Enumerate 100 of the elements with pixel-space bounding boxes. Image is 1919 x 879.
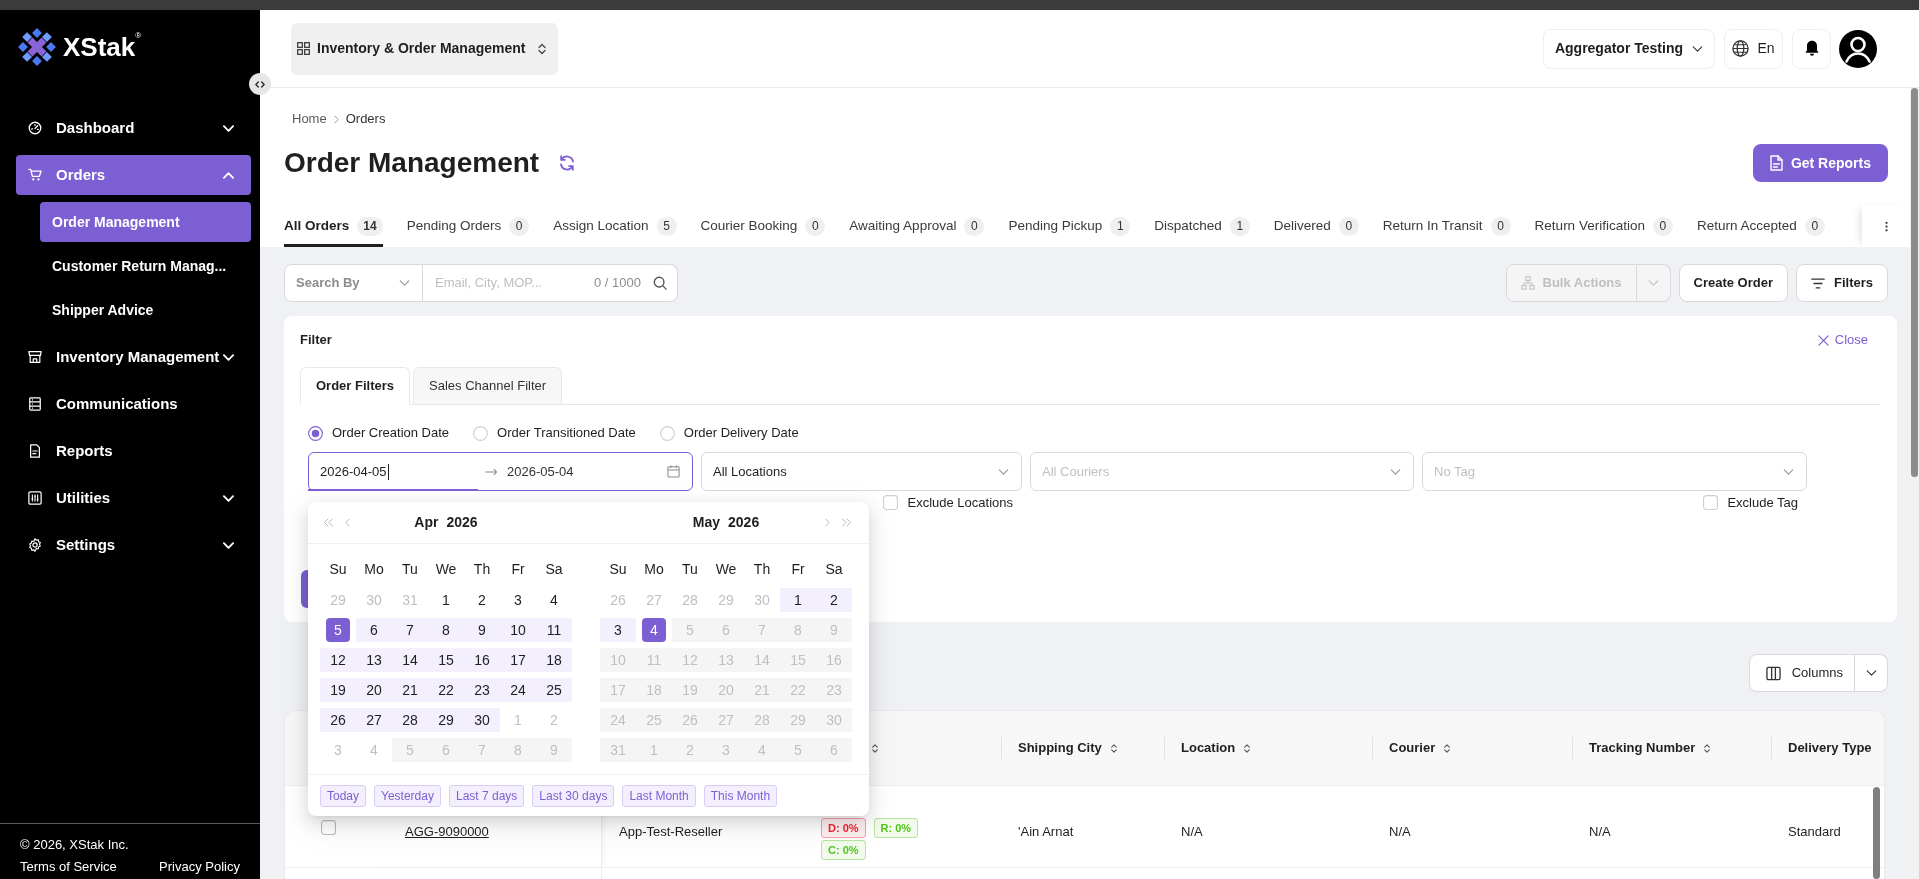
calendar-day[interactable]: 11 <box>536 618 572 642</box>
status-tab[interactable]: Return Verification 0 <box>1534 205 1673 247</box>
sidebar-item[interactable]: Utilities <box>16 478 251 518</box>
calendar-day[interactable]: 14 <box>392 648 428 672</box>
checkbox-option[interactable]: Exclude Tag <box>1703 495 1798 510</box>
chevron-down-icon[interactable] <box>223 124 234 132</box>
calendar-day[interactable]: 6 <box>356 618 392 642</box>
search-field[interactable]: Email, City, MOP... 0 / 1000 <box>423 264 678 302</box>
refresh-icon[interactable] <box>558 154 577 172</box>
column-header[interactable]: Delivery Type <box>1788 738 1872 758</box>
calendar-day[interactable]: 5 <box>326 618 350 642</box>
calendar-day[interactable]: 21 <box>392 678 428 702</box>
sidebar-item[interactable]: Orders <box>16 155 251 195</box>
calendar-day[interactable]: 3 <box>506 588 530 612</box>
status-tab[interactable]: Dispatched 1 <box>1154 205 1250 247</box>
preset-button[interactable]: Last 7 days <box>448 785 525 807</box>
status-tab[interactable]: Return Accepted 0 <box>1696 205 1825 247</box>
calendar-day[interactable]: 4 <box>542 588 566 612</box>
calendar-day[interactable]: 27 <box>356 708 392 732</box>
sort-icon[interactable] <box>871 742 879 754</box>
sidebar-subitem[interactable]: Order Management <box>40 202 251 242</box>
status-tab[interactable]: Pending Orders 0 <box>406 205 530 247</box>
get-reports-button[interactable]: Get Reports <box>1752 144 1888 182</box>
preset-button[interactable]: Today <box>320 785 367 807</box>
calendar-day[interactable]: 13 <box>356 648 392 672</box>
calendar-day[interactable]: 12 <box>320 648 356 672</box>
status-tab[interactable]: Assign Location 5 <box>553 205 677 247</box>
calendar-day[interactable]: 24 <box>500 678 536 702</box>
year-button[interactable]: 2026 <box>728 512 760 533</box>
year-button[interactable]: 2026 <box>446 512 478 533</box>
column-header[interactable]: Location <box>1181 738 1252 758</box>
status-tab[interactable]: Return In Transit 0 <box>1382 205 1511 247</box>
status-tab[interactable]: Awaiting Approval 0 <box>849 205 985 247</box>
calendar-day[interactable]: 18 <box>536 648 572 672</box>
radio-option[interactable]: Order Creation Date <box>308 423 450 443</box>
status-tab[interactable]: Pending Pickup 1 <box>1008 205 1131 247</box>
sidebar-subitem[interactable]: Customer Return Manag... <box>40 246 251 286</box>
close-button[interactable]: Close <box>1817 330 1868 350</box>
status-tab[interactable]: Courier Booking 0 <box>700 205 826 247</box>
breadcrumb-link[interactable]: Home <box>292 109 327 129</box>
calendar-day[interactable]: 26 <box>320 708 356 732</box>
calendar-day[interactable]: 17 <box>500 648 536 672</box>
footer-link[interactable]: Privacy Policy <box>159 858 240 875</box>
sidebar-item[interactable]: Reports <box>16 431 251 471</box>
calendar-day[interactable]: 2 <box>816 588 852 612</box>
preset-button[interactable]: Yesterday <box>374 785 441 807</box>
create-order-button[interactable]: Create Order <box>1678 264 1788 302</box>
calendar-day[interactable]: 29 <box>428 708 464 732</box>
preset-button[interactable]: Last 30 days <box>532 785 615 807</box>
calendar-day[interactable]: 20 <box>356 678 392 702</box>
column-header[interactable]: Courier <box>1389 738 1452 758</box>
chevron-down-icon[interactable] <box>223 353 234 361</box>
filters-button[interactable]: Filters <box>1796 264 1888 302</box>
scrollbar-thumb[interactable] <box>1873 787 1880 879</box>
calendar-day[interactable]: 8 <box>428 618 464 642</box>
sidebar-item[interactable]: Dashboard <box>16 108 251 148</box>
calendar-day[interactable]: 22 <box>428 678 464 702</box>
app-switcher[interactable]: Inventory & Order Management <box>291 22 558 75</box>
sidebar-item[interactable]: Inventory Management <box>16 337 251 377</box>
calendar-day[interactable]: 25 <box>536 678 572 702</box>
calendar-day[interactable]: 28 <box>392 708 428 732</box>
month-button[interactable]: Apr <box>414 512 439 533</box>
calendar-day[interactable]: 4 <box>642 618 666 642</box>
columns-button[interactable]: Columns <box>1748 654 1855 692</box>
preset-button[interactable]: This Month <box>703 785 778 807</box>
calendar-day[interactable]: 1 <box>434 588 458 612</box>
checkbox-option[interactable]: Exclude Locations <box>883 495 1013 510</box>
radio-option[interactable]: Order Transitioned Date <box>473 423 636 443</box>
sidebar-item[interactable]: Settings <box>16 525 251 565</box>
radio-option[interactable]: Order Delivery Date <box>659 423 799 443</box>
column-header[interactable]: Shipping City <box>1018 738 1118 758</box>
calendar-day[interactable]: 30 <box>464 708 500 732</box>
scrollbar-thumb[interactable] <box>1911 88 1918 477</box>
search-icon[interactable] <box>653 276 667 290</box>
calendar-day[interactable]: 19 <box>320 678 356 702</box>
calendar-day[interactable]: 10 <box>500 618 536 642</box>
calendar-day[interactable]: 2 <box>470 588 494 612</box>
status-tab[interactable]: Delivered 0 <box>1273 205 1359 247</box>
sidebar-subitem[interactable]: Shipper Advice <box>40 290 251 330</box>
calendar-day[interactable]: 16 <box>464 648 500 672</box>
select-field[interactable]: All Locations <box>701 452 1022 491</box>
avatar-icon[interactable] <box>1839 29 1877 68</box>
chevron-down-icon[interactable] <box>223 541 234 549</box>
date-range-field[interactable]: 2026-04-05 2026-05-04 <box>308 452 693 491</box>
order-number-link[interactable]: AGG-9090000 <box>405 824 489 839</box>
filter-tab[interactable]: Sales Channel Filter <box>413 367 563 404</box>
end-date-value[interactable]: 2026-05-04 <box>507 461 574 482</box>
notifications-button[interactable] <box>1792 28 1831 69</box>
sidebar-item[interactable]: Communications <box>16 384 251 424</box>
calendar-day[interactable]: 3 <box>600 618 636 642</box>
account-dropdown[interactable]: Aggregator Testing <box>1542 28 1715 69</box>
calendar-day[interactable]: 15 <box>428 648 464 672</box>
calendar-day[interactable]: 23 <box>464 678 500 702</box>
calendar-day[interactable]: 1 <box>780 588 816 612</box>
column-header[interactable]: Tracking Number <box>1589 738 1712 758</box>
row-checkbox[interactable] <box>320 820 336 835</box>
month-button[interactable]: May <box>692 512 721 533</box>
language-button[interactable]: En <box>1724 28 1783 69</box>
chevron-down-icon[interactable] <box>223 494 234 502</box>
search-input[interactable]: Email, City, MOP... <box>435 273 588 293</box>
